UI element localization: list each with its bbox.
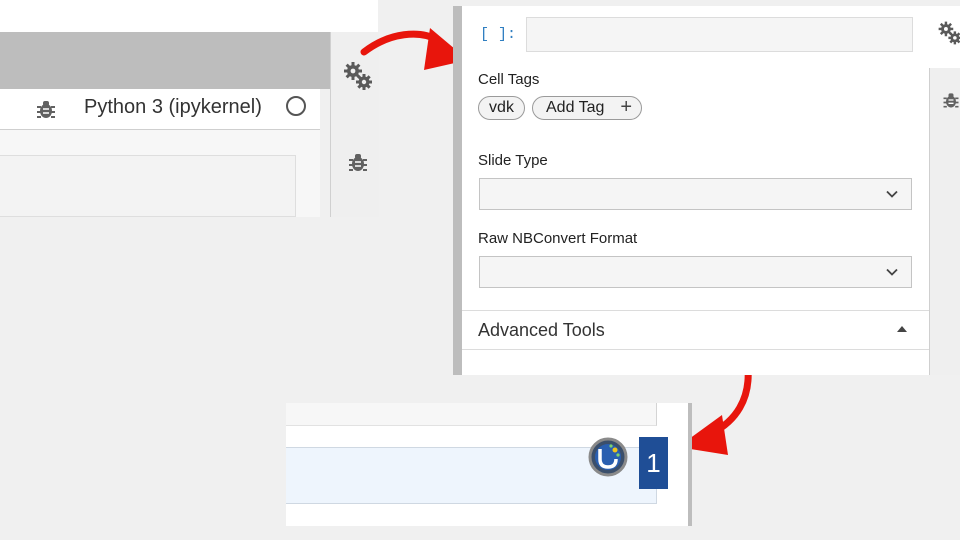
bug-icon[interactable] [346, 150, 370, 174]
kernel-status-icon [286, 96, 306, 116]
raw-nbconvert-format-select[interactable] [479, 256, 912, 288]
top-bar [0, 0, 378, 32]
gears-icon[interactable] [937, 20, 960, 46]
raw-nbconvert-format-label: Raw NBConvert Format [478, 230, 638, 247]
right-sidebar-rail [929, 68, 960, 375]
chevron-down-icon [886, 268, 898, 276]
bug-icon[interactable] [941, 90, 960, 110]
notebook-cell[interactable] [0, 155, 296, 217]
divider [462, 349, 929, 350]
slide-type-label: Slide Type [478, 152, 548, 169]
kernel-name[interactable]: Python 3 (ipykernel) [84, 96, 262, 119]
divider [462, 310, 929, 311]
panel-divider [453, 6, 462, 375]
chevron-down-icon [886, 190, 898, 198]
cell-input[interactable] [526, 17, 913, 52]
advanced-tools-header[interactable]: Advanced Tools [478, 320, 605, 341]
panel-divider [688, 403, 692, 526]
add-tag-button[interactable]: Add Tag + [532, 96, 642, 120]
cell-tags-label: Cell Tags [478, 71, 540, 88]
add-tag-label: Add Tag [546, 99, 605, 116]
cell-prompt: [ ]: [480, 26, 517, 43]
slide-type-select[interactable] [479, 178, 912, 210]
bug-icon[interactable] [34, 97, 58, 121]
caret-up-icon[interactable] [897, 326, 907, 332]
step-number-badge: 1 [639, 437, 668, 489]
plus-icon: + [620, 96, 632, 118]
previous-cell [286, 403, 657, 426]
tab-bar [0, 32, 330, 89]
tag-chip[interactable]: vdk [478, 96, 525, 120]
vdk-logo-icon [588, 437, 628, 477]
